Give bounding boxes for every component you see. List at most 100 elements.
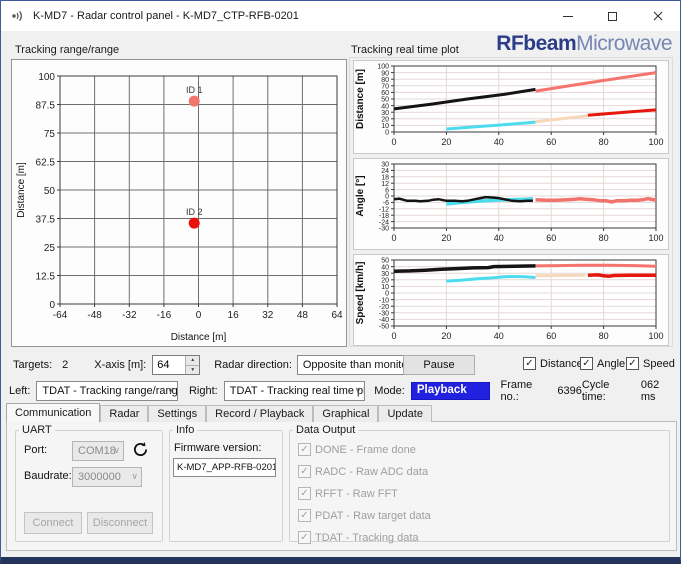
pdat-checkbox: ✓ [298, 509, 311, 522]
svg-text:64: 64 [331, 310, 343, 321]
distance-checkbox-row[interactable]: ✓ Distance [523, 357, 583, 370]
refresh-ports-button[interactable] [132, 441, 149, 458]
tab-graphical[interactable]: Graphical [313, 405, 379, 422]
distance-plot-panel: 0 20 40 60 80 100 0 10 20 30 40 50 60 70 80 90 100 Distan… [353, 60, 669, 154]
right-plot-select[interactable]: TDAT - Tracking real time plot ∨ [223, 381, 366, 401]
angle-plot-panel: 0 20 40 60 80 100 30 24 18 12 6 0 -6 -12 -18 -24 -30 Angl… [353, 158, 669, 250]
left-plot-select[interactable]: TDAT - Tracking range/range ∨ [36, 381, 178, 401]
data-output-group: Data Output ✓ DONE - Frame done ✓ RADC -… [289, 424, 670, 544]
rfft-checkbox: ✓ [298, 487, 311, 500]
spinner-down-icon[interactable]: ▼ [186, 365, 200, 374]
minimize-icon [562, 15, 573, 17]
mode-label: Mode: [374, 385, 405, 397]
svg-text:30: 30 [381, 110, 389, 117]
right-select-label: Right: [188, 385, 218, 397]
svg-text:Speed [km/h]: Speed [km/h] [355, 262, 366, 325]
done-checkbox-label: DONE - Frame done [315, 443, 416, 456]
pdat-checkbox-row: ✓ PDAT - Raw target data [298, 509, 431, 522]
chevron-down-icon: ∨ [354, 385, 362, 395]
tab-update[interactable]: Update [378, 405, 432, 422]
xaxis-label: X-axis [m]: [94, 359, 147, 371]
firmware-label: Firmware version: [174, 442, 262, 454]
chevron-down-icon: ∨ [131, 471, 138, 481]
distance-checkbox[interactable]: ✓ [523, 357, 536, 370]
svg-text:100: 100 [377, 64, 389, 71]
svg-text:70: 70 [381, 83, 389, 90]
angle-checkbox-row[interactable]: ✓ Angle [580, 357, 625, 370]
minimize-button[interactable] [545, 1, 590, 31]
svg-text:0: 0 [391, 233, 396, 243]
radc-checkbox: ✓ [298, 465, 311, 478]
app-window: K-MD7 - Radar control panel - K-MD7_CTP-… [0, 0, 681, 564]
svg-text:32: 32 [262, 310, 274, 321]
right-panel-title: Tracking real time plot [351, 44, 459, 56]
baudrate-label: Baudrate: [24, 470, 72, 482]
rfft-checkbox-label: RFFT - Raw FFT [315, 487, 398, 500]
uart-group: UART Port: COM18 ∨ Baudrate: 3000000 ∨ C… [15, 424, 163, 542]
tab-settings[interactable]: Settings [148, 405, 207, 422]
tab-radar[interactable]: Radar [100, 405, 149, 422]
communication-tab-panel: UART Port: COM18 ∨ Baudrate: 3000000 ∨ C… [6, 421, 677, 551]
speed-plot-panel: 0 20 40 60 80 100 50 40 30 20 10 0 -10 -20 -30 -40 -50 Sp… [353, 254, 669, 346]
port-value: COM18 [78, 445, 116, 457]
speed-checkbox-label: Speed [643, 357, 675, 370]
svg-text:87.5: 87.5 [36, 100, 56, 111]
speed-checkbox-row[interactable]: ✓ Speed [626, 357, 675, 370]
logo-suffix: Microwave [576, 32, 672, 55]
svg-text:100: 100 [648, 331, 663, 341]
port-select: COM18 ∨ [72, 441, 124, 461]
spinner-up-icon[interactable]: ▲ [186, 356, 200, 366]
svg-text:ID 2: ID 2 [186, 207, 203, 217]
svg-text:0: 0 [385, 130, 389, 137]
speed-checkbox[interactable]: ✓ [626, 357, 639, 370]
svg-text:16: 16 [228, 310, 240, 321]
tdat-checkbox: ✓ [298, 531, 311, 544]
svg-text:40: 40 [494, 233, 504, 243]
tracking-range-chart: -64 -48 -32 -16 0 16 32 48 64 0 12.5 25 37.5 50 62.5 75… [16, 72, 343, 343]
svg-text:-30: -30 [379, 226, 389, 233]
targets-value: 2 [62, 359, 69, 371]
svg-text:60: 60 [546, 233, 556, 243]
angle-checkbox[interactable]: ✓ [580, 357, 593, 370]
app-icon [12, 10, 22, 22]
baudrate-value: 3000000 [78, 471, 121, 483]
uart-group-title: UART [22, 424, 52, 436]
tab-record-playback[interactable]: Record / Playback [206, 405, 314, 422]
info-group-title: Info [176, 424, 195, 436]
svg-text:50: 50 [381, 97, 389, 104]
svg-text:40: 40 [494, 331, 504, 341]
realtime-plot-group: 0 20 40 60 80 100 0 10 20 30 40 50 60 70 80 90 100 Distan… [349, 57, 673, 347]
svg-text:10: 10 [381, 123, 389, 130]
svg-text:-50: -50 [379, 324, 389, 331]
tab-communication[interactable]: Communication [6, 403, 101, 422]
rfft-checkbox-row: ✓ RFFT - Raw FFT [298, 487, 398, 500]
radar-direction-value: Opposite than monito [302, 359, 408, 371]
svg-text:48: 48 [297, 310, 309, 321]
xaxis-input[interactable] [153, 356, 186, 374]
xaxis-spinner[interactable]: ▲ ▼ [152, 355, 201, 375]
angle-checkbox-label: Angle [597, 357, 626, 370]
rfbeam-logo: RFbeamMicrowave [496, 32, 672, 56]
connect-button: Connect [24, 512, 82, 534]
chevron-down-icon: ∨ [113, 445, 120, 455]
svg-text:-32: -32 [122, 310, 137, 321]
baudrate-select: 3000000 ∨ [72, 467, 142, 487]
svg-text:100: 100 [648, 233, 663, 243]
tab-bar: Communication Radar Settings Record / Pl… [6, 403, 432, 422]
svg-text:12.5: 12.5 [36, 271, 56, 282]
svg-text:20: 20 [441, 137, 451, 147]
svg-text:60: 60 [546, 137, 556, 147]
svg-text:-48: -48 [87, 310, 102, 321]
svg-text:75: 75 [44, 129, 56, 140]
svg-text:60: 60 [546, 331, 556, 341]
svg-text:20: 20 [441, 233, 451, 243]
firmware-version-field[interactable] [173, 458, 276, 477]
maximize-button[interactable] [590, 1, 635, 31]
pause-button[interactable]: Pause [403, 355, 475, 375]
svg-text:ID 1: ID 1 [186, 85, 203, 95]
close-button[interactable] [635, 1, 680, 31]
tracking-controls-row: Targets: 2 X-axis [m]: ▲ ▼ Radar directi… [13, 354, 466, 376]
radar-direction-label: Radar direction: [214, 359, 292, 371]
close-icon [653, 11, 662, 21]
svg-text:Distance [m]: Distance [m] [355, 69, 366, 129]
